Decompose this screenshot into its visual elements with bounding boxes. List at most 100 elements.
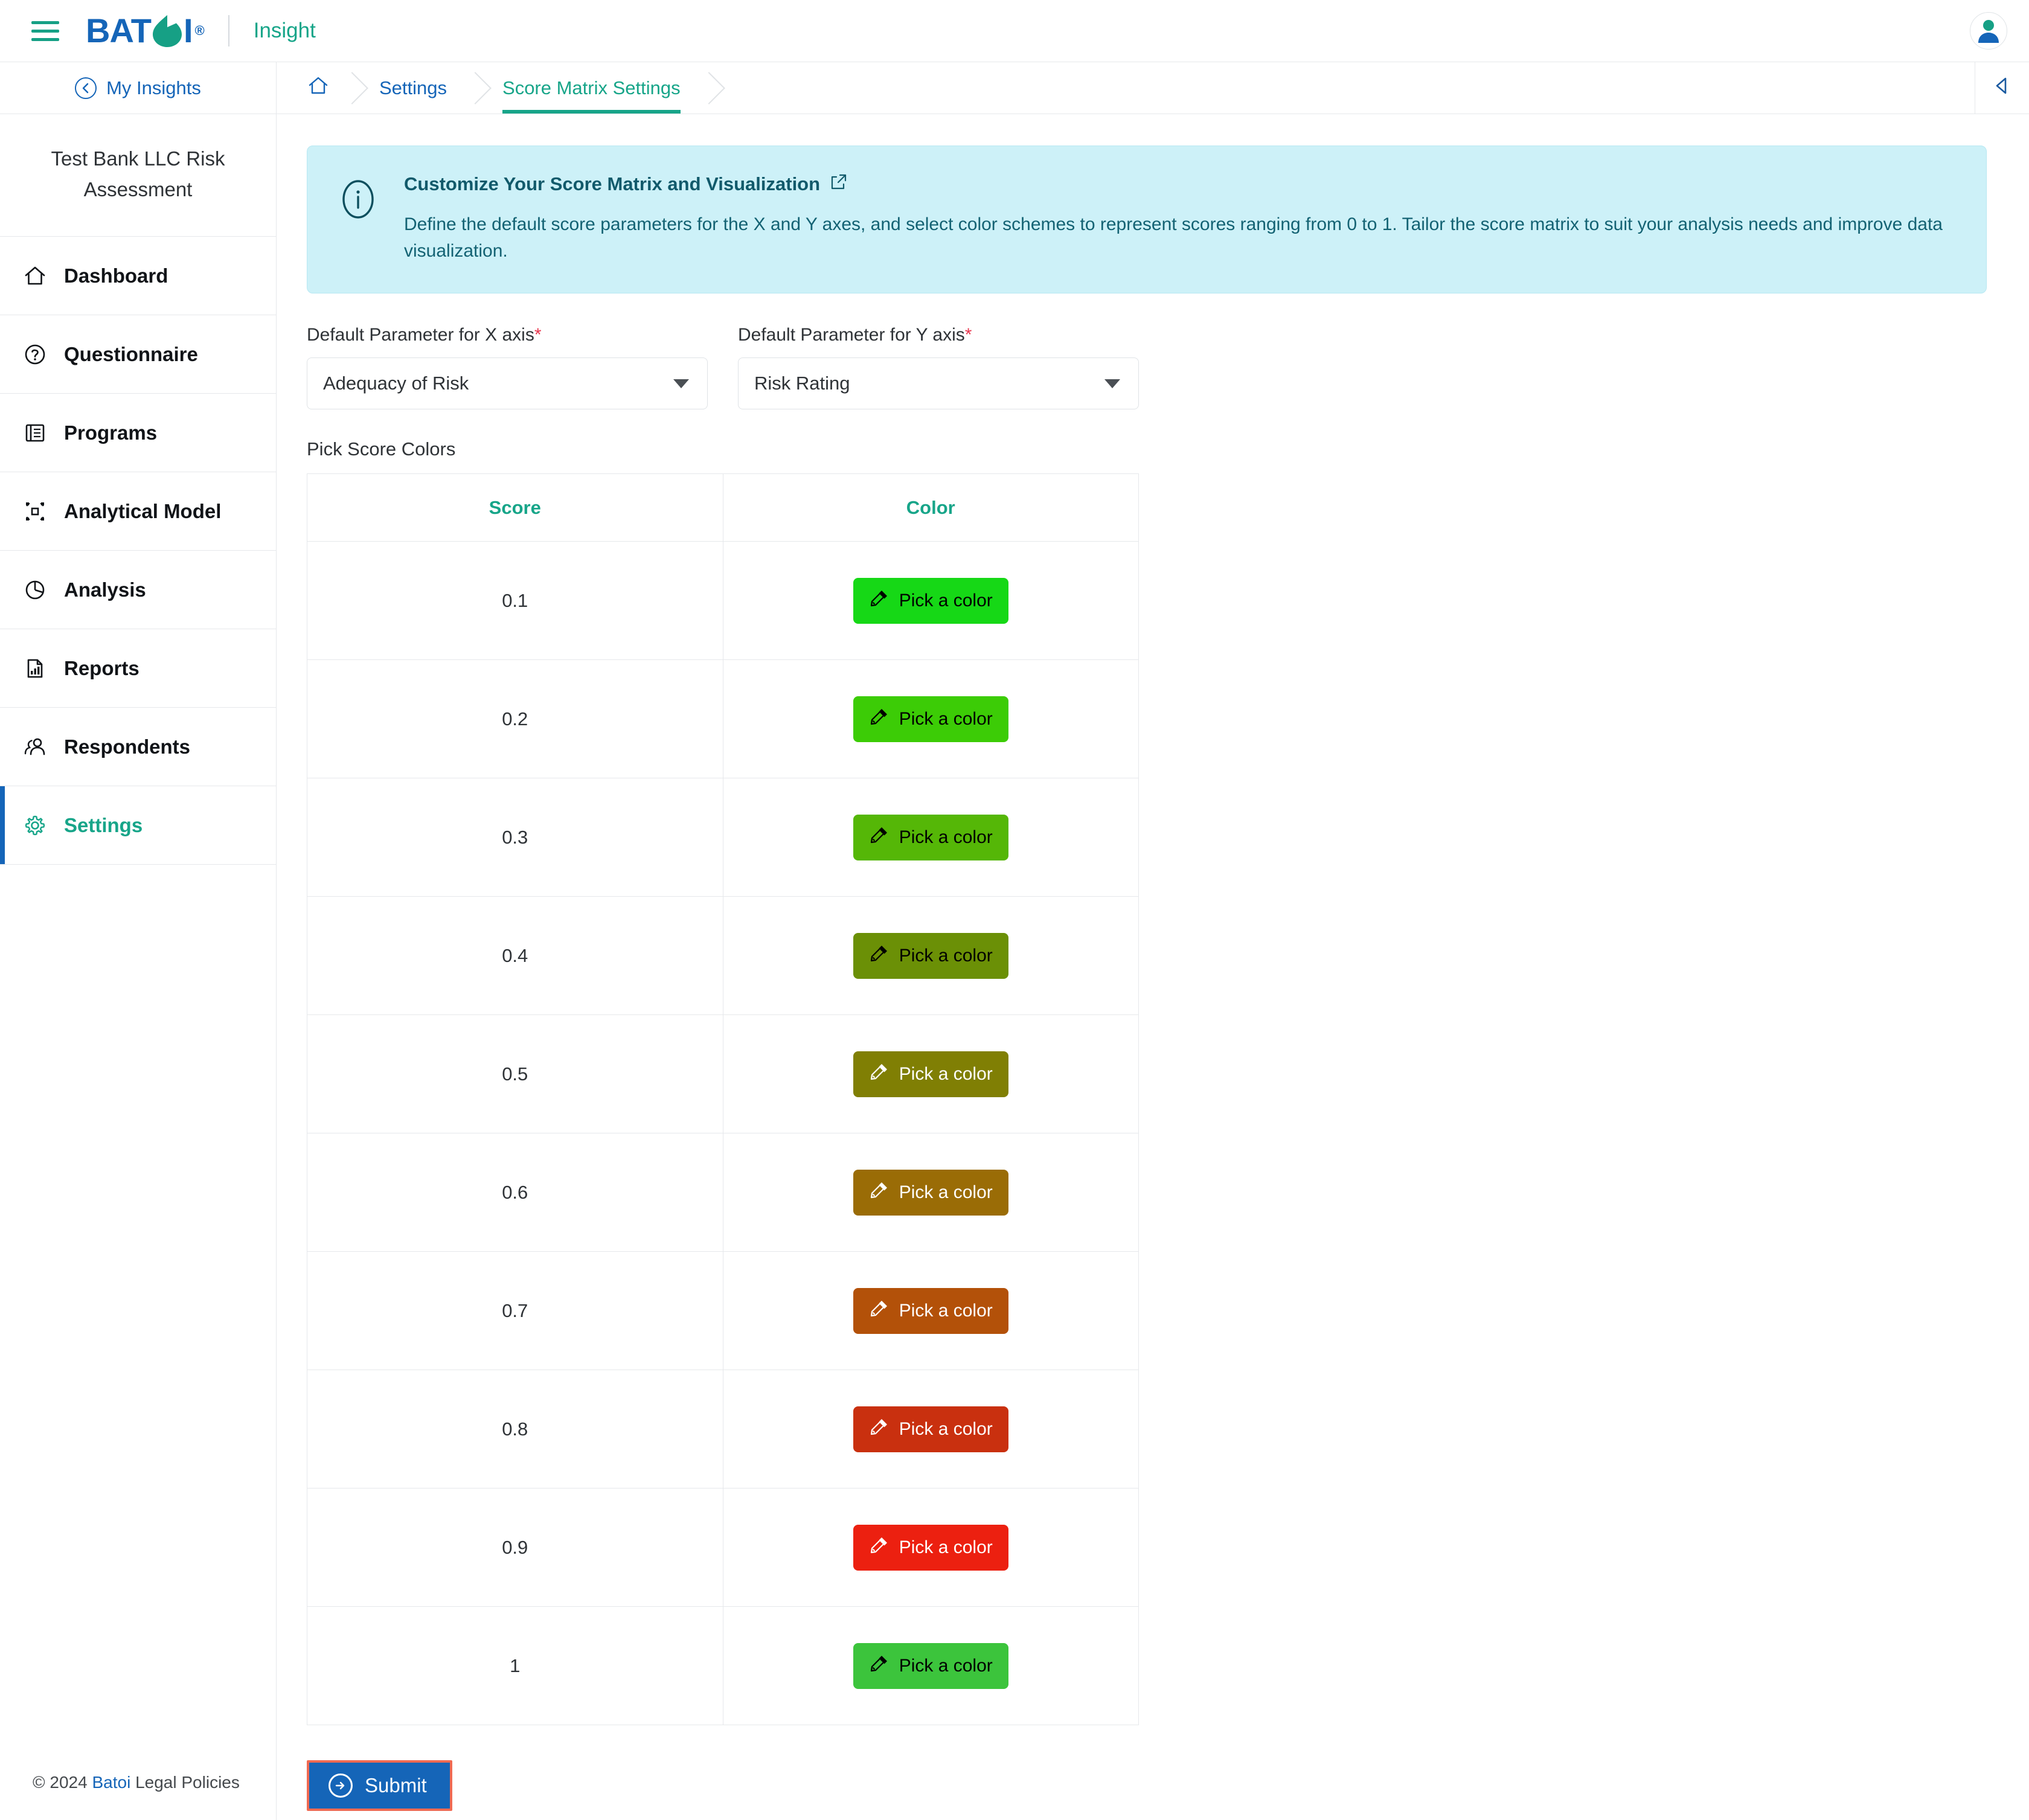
breadcrumb-item-home[interactable] [277, 62, 351, 114]
score-cell: 0.1 [307, 541, 723, 660]
chevron-down-icon [673, 379, 689, 388]
table-row: 0.3 Pick a color [307, 778, 1139, 897]
collapse-panel-button[interactable] [1975, 62, 2029, 114]
color-cell: Pick a color [722, 896, 1139, 1015]
y-axis-selected-value: Risk Rating [754, 373, 850, 394]
pick-a-color-button[interactable]: Pick a color [853, 1169, 1008, 1216]
pick-a-color-label: Pick a color [899, 1063, 993, 1084]
table-row: 1 Pick a color [307, 1606, 1139, 1725]
gear-icon [22, 812, 48, 839]
y-axis-label-text: Default Parameter for Y axis [738, 325, 965, 345]
breadcrumb-active-underline [502, 110, 681, 114]
score-cell: 0.8 [307, 1370, 723, 1488]
color-cell: Pick a color [722, 1606, 1139, 1725]
top-bar-right [1970, 12, 2007, 50]
pick-a-color-button[interactable]: Pick a color [853, 1524, 1008, 1571]
color-cell: Pick a color [722, 1014, 1139, 1133]
pick-a-color-label: Pick a color [899, 590, 993, 610]
user-avatar-icon[interactable] [1970, 12, 2007, 50]
pick-a-color-button[interactable]: Pick a color [853, 577, 1008, 624]
arrow-right-circle-icon [329, 1774, 353, 1798]
brand-divider [228, 15, 229, 46]
x-axis-select[interactable]: Adequacy of Risk [307, 357, 708, 409]
pick-a-color-label: Pick a color [899, 708, 993, 729]
product-name: Insight [253, 19, 316, 42]
assessment-title: Test Bank LLC Risk Assessment [0, 114, 276, 237]
sidebar-item-dashboard[interactable]: Dashboard [0, 237, 276, 316]
my-insights-back-link[interactable]: My Insights [0, 62, 277, 114]
breadcrumb: Settings Score Matrix Settings [277, 62, 1975, 114]
submit-button[interactable]: Submit [307, 1760, 452, 1811]
table-row: 0.4 Pick a color [307, 896, 1139, 1015]
report-file-icon [22, 655, 48, 682]
breadcrumb-bar: My Insights Settings Score Matrix Settin… [0, 62, 2029, 114]
footer-legal-label[interactable]: Legal Policies [130, 1773, 240, 1792]
pick-a-color-label: Pick a color [899, 1537, 993, 1557]
column-header-color: Color [722, 473, 1139, 542]
circle-arrow-left-icon [75, 77, 97, 99]
breadcrumb-item-score-matrix-settings[interactable]: Score Matrix Settings [475, 62, 708, 114]
breadcrumb-item-settings[interactable]: Settings [351, 62, 475, 114]
info-banner-title: Customize Your Score Matrix and Visualiz… [404, 173, 821, 194]
pick-a-color-label: Pick a color [899, 945, 993, 966]
sidebar-item-questionnaire[interactable]: Questionnaire [0, 315, 276, 394]
external-link-icon[interactable] [830, 173, 848, 196]
sidebar-item-reports[interactable]: Reports [0, 629, 276, 708]
pick-a-color-label: Pick a color [899, 1655, 993, 1676]
logo-text-tail: I [183, 11, 193, 50]
logo-drop-icon [152, 14, 183, 48]
score-cell: 0.9 [307, 1488, 723, 1607]
score-cell: 0.5 [307, 1014, 723, 1133]
table-row: 0.5 Pick a color [307, 1014, 1139, 1133]
pick-a-color-button[interactable]: Pick a color [853, 814, 1008, 860]
table-row: 0.1 Pick a color [307, 541, 1139, 660]
sidebar-item-respondents[interactable]: Respondents [0, 708, 276, 787]
info-circle-icon [336, 178, 380, 226]
pick-a-color-button[interactable]: Pick a color [853, 1406, 1008, 1452]
table-row: 0.7 Pick a color [307, 1251, 1139, 1370]
sidebar-item-programs[interactable]: Programs [0, 394, 276, 473]
color-cell: Pick a color [722, 1133, 1139, 1252]
eyedropper-icon [869, 707, 889, 732]
color-cell: Pick a color [722, 541, 1139, 660]
book-list-icon [22, 420, 48, 446]
hamburger-menu-icon[interactable] [31, 19, 59, 43]
required-asterisk: * [964, 325, 972, 345]
sidebar-item-settings[interactable]: Settings [0, 786, 276, 865]
score-cell: 1 [307, 1606, 723, 1725]
collapse-left-icon [1992, 75, 2013, 101]
pick-a-color-button[interactable]: Pick a color [853, 696, 1008, 742]
pick-a-color-button[interactable]: Pick a color [853, 1051, 1008, 1097]
sidebar: Test Bank LLC Risk Assessment Dashboard … [0, 114, 277, 1820]
color-cell: Pick a color [722, 778, 1139, 897]
pick-a-color-label: Pick a color [899, 1418, 993, 1439]
table-row: 0.8 Pick a color [307, 1370, 1139, 1488]
table-body: 0.1 Pick a color 0.2 Pick a color 0.3 Pick a … [307, 541, 1139, 1725]
footer-batoi-link[interactable]: Batoi [92, 1773, 130, 1792]
batoi-logo[interactable]: BAT I ® [86, 11, 205, 50]
eyedropper-icon [869, 1535, 889, 1560]
sidebar-item-analysis[interactable]: Analysis [0, 551, 276, 630]
sidebar-item-analytical-model[interactable]: Analytical Model [0, 472, 276, 551]
pick-score-colors-title: Pick Score Colors [307, 438, 456, 460]
x-axis-label: Default Parameter for X axis* [307, 325, 708, 345]
eyedropper-icon [869, 1180, 889, 1205]
sidebar-footer: © 2024 Batoi Legal Policies [0, 1751, 276, 1820]
score-cell: 0.7 [307, 1251, 723, 1370]
y-axis-select[interactable]: Risk Rating [738, 357, 1139, 409]
pick-a-color-button[interactable]: Pick a color [853, 1642, 1008, 1689]
home-icon [22, 263, 48, 289]
info-banner-description: Define the default score parameters for … [404, 214, 1943, 261]
sidebar-item-label: Reports [64, 656, 139, 679]
pick-a-color-button[interactable]: Pick a color [853, 1287, 1008, 1334]
color-cell: Pick a color [722, 1251, 1139, 1370]
score-cell: 0.2 [307, 659, 723, 778]
color-cell: Pick a color [722, 1370, 1139, 1488]
pick-a-color-button[interactable]: Pick a color [853, 932, 1008, 979]
score-colors-table: Score Color 0.1 Pick a color 0.2 Pick a col… [307, 473, 1139, 1725]
required-asterisk: * [534, 325, 542, 345]
page-shell: Test Bank LLC Risk Assessment Dashboard … [0, 114, 2029, 1820]
question-circle-icon [22, 341, 48, 368]
y-axis-field: Default Parameter for Y axis* Risk Ratin… [738, 325, 1139, 409]
